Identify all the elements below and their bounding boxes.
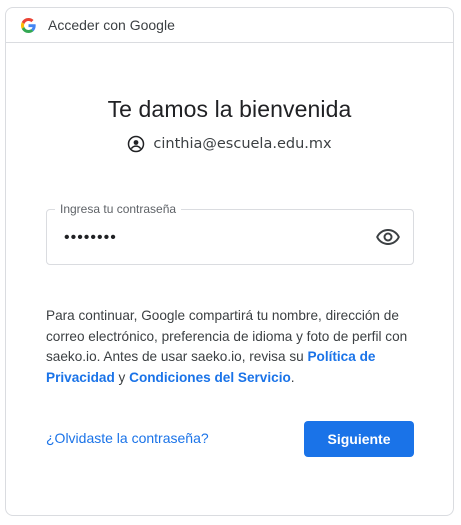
password-input[interactable] (62, 228, 366, 248)
consent-period: . (290, 369, 295, 385)
signin-header: Acceder con Google (6, 8, 453, 43)
account-chip[interactable]: cinthia@escuela.edu.mx (6, 135, 453, 153)
account-circle-icon (128, 135, 145, 153)
terms-of-service-link[interactable]: Condiciones del Servicio (129, 370, 291, 385)
next-button[interactable]: Siguiente (304, 421, 414, 457)
header-title: Acceder con Google (48, 17, 175, 33)
forgot-password-link[interactable]: ¿Olvidaste la contraseña? (46, 430, 209, 446)
password-label: Ingresa tu contraseña (55, 202, 182, 216)
consent-and: y (114, 369, 130, 385)
account-email: cinthia@escuela.edu.mx (153, 136, 332, 152)
eye-icon[interactable] (376, 225, 400, 249)
signin-card: Acceder con Google Te damos la bienvenid… (5, 7, 454, 516)
password-field[interactable]: Ingresa tu contraseña (46, 202, 414, 265)
page-title: Te damos la bienvenida (107, 96, 352, 122)
consent-text: Para continuar, Google compartirá tu nom… (46, 306, 418, 388)
google-g-icon (21, 17, 36, 33)
